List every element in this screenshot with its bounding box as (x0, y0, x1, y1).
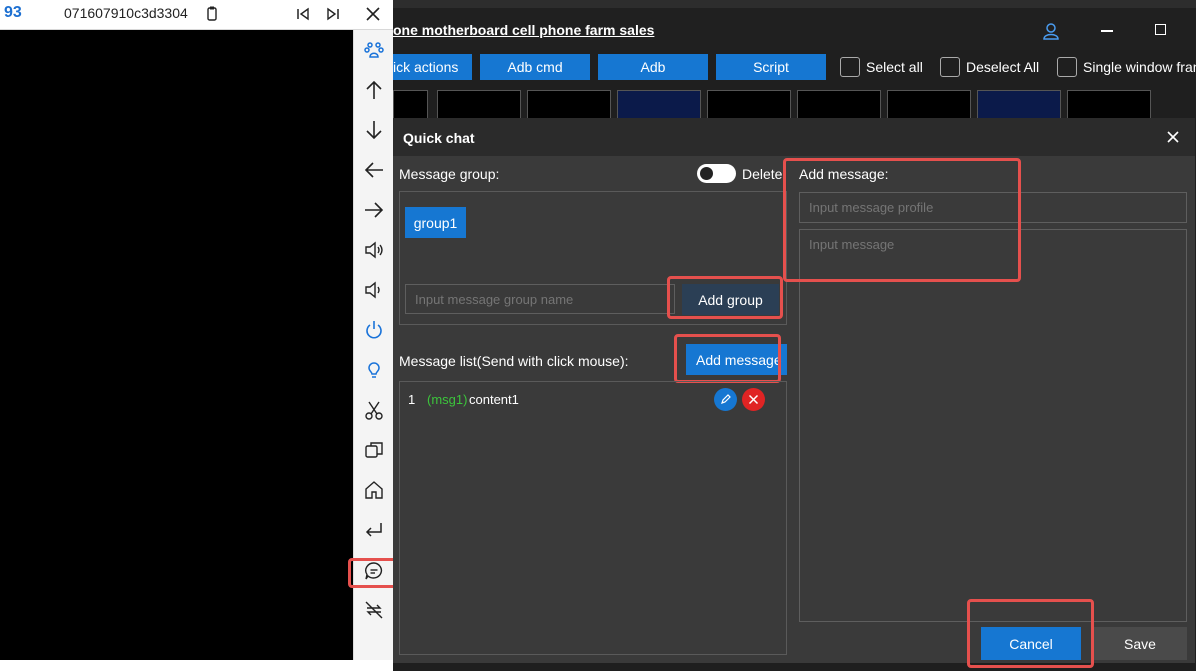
select-all-label: Select all (866, 59, 923, 75)
rotate-off-icon[interactable] (363, 599, 385, 621)
select-all-checkbox[interactable] (840, 57, 860, 77)
script-button[interactable]: Script (716, 54, 826, 80)
device-thumbnail[interactable] (437, 90, 521, 120)
paw-icon[interactable] (363, 39, 385, 61)
app-title-link[interactable]: one motherboard cell phone farm sales (393, 22, 654, 38)
user-icon[interactable] (1041, 21, 1061, 41)
arrow-up-icon[interactable] (363, 79, 385, 101)
message-group-label: Message group: (399, 166, 500, 182)
scissors-icon[interactable] (363, 399, 385, 421)
device-thumbnail[interactable] (393, 90, 428, 120)
message-textarea[interactable] (799, 229, 1187, 622)
home-icon[interactable] (363, 479, 385, 501)
message-list-panel (399, 381, 787, 655)
arrow-down-icon[interactable] (363, 119, 385, 141)
save-button[interactable]: Save (1093, 627, 1187, 660)
delete-toggle-label: Delete (742, 166, 783, 182)
message-list-label: Message list(Send with click mouse): (399, 353, 629, 369)
device-screen[interactable] (0, 0, 353, 660)
message-content: content1 (469, 392, 519, 407)
toggle-knob (700, 167, 713, 180)
volume-down-icon[interactable] (363, 279, 385, 301)
power-icon[interactable] (363, 319, 385, 341)
close-icon[interactable] (363, 4, 383, 24)
skip-forward-icon[interactable] (323, 4, 343, 24)
quick-actions-label: ick actions (393, 59, 459, 75)
minimize-icon[interactable] (1101, 30, 1113, 32)
tab-strip (393, 0, 1196, 8)
single-window-checkbox[interactable] (1057, 57, 1077, 77)
copy-icon[interactable] (363, 439, 385, 461)
adb-button[interactable]: Adb (598, 54, 708, 80)
quick-actions-button[interactable]: ick actions (393, 54, 472, 80)
adb-cmd-button[interactable]: Adb cmd (480, 54, 590, 80)
dialog-close-icon[interactable] (1163, 127, 1183, 147)
device-thumbnail[interactable] (707, 90, 791, 120)
group-name-input[interactable] (405, 284, 675, 314)
delete-toggle[interactable] (697, 164, 736, 183)
volume-up-icon[interactable] (363, 239, 385, 261)
clipboard-icon[interactable] (202, 4, 222, 24)
single-window-label: Single window fran (1083, 59, 1196, 75)
device-thumbnail[interactable] (617, 90, 701, 120)
maximize-icon[interactable] (1155, 24, 1166, 35)
group-chip[interactable]: group1 (405, 207, 466, 238)
return-icon[interactable] (363, 519, 385, 541)
add-message-area-highlight (783, 158, 1021, 282)
edit-icon[interactable] (714, 388, 737, 411)
dialog-header (393, 118, 1195, 156)
arrow-left-icon[interactable] (363, 159, 385, 181)
add-message-highlight (674, 334, 781, 383)
device-thumbnail[interactable] (1067, 90, 1151, 120)
add-group-highlight (667, 276, 783, 319)
skip-back-icon[interactable] (293, 4, 313, 24)
device-id: 071607910c3d3304 (64, 5, 188, 21)
arrow-right-icon[interactable] (363, 199, 385, 221)
cancel-highlight (967, 599, 1094, 668)
device-number: 93 (4, 4, 22, 21)
dialog-title: Quick chat (403, 130, 475, 146)
device-thumbnail[interactable] (977, 90, 1061, 120)
deselect-all-checkbox[interactable] (940, 57, 960, 77)
device-thumbnail[interactable] (527, 90, 611, 120)
message-index: 1 (408, 392, 416, 407)
lightbulb-icon[interactable] (363, 359, 385, 381)
deselect-all-label: Deselect All (966, 59, 1040, 75)
delete-icon[interactable] (742, 388, 765, 411)
device-thumbnail[interactable] (887, 90, 971, 120)
device-thumbnail[interactable] (797, 90, 881, 120)
message-profile: (msg1) (427, 392, 468, 407)
